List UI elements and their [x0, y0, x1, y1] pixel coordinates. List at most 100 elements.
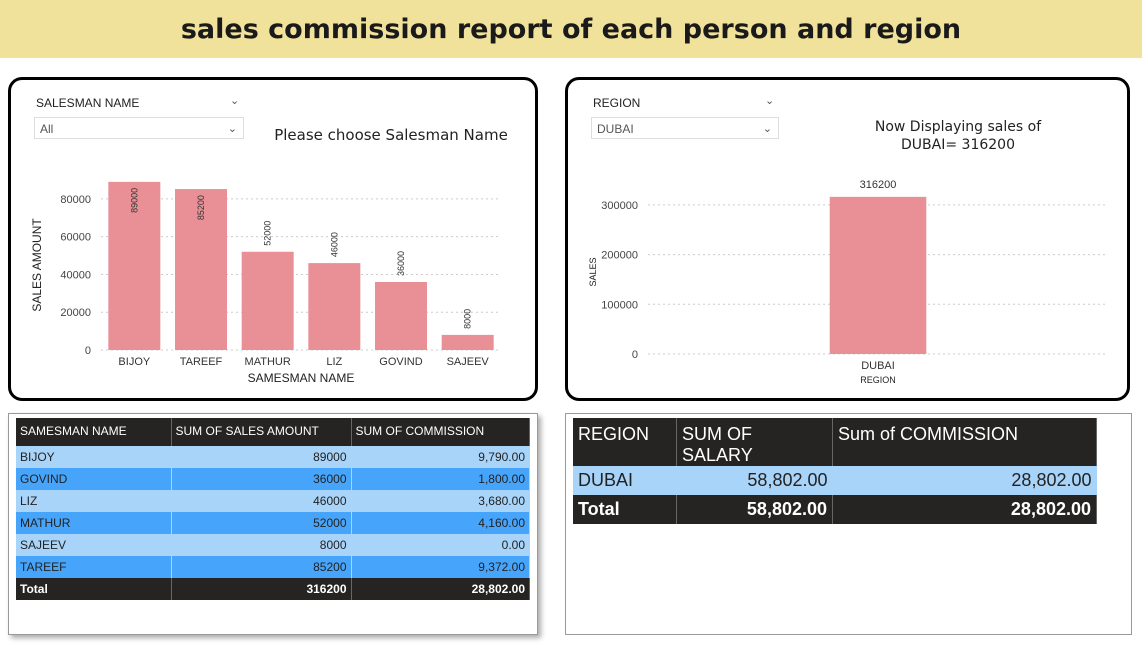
report-header: sales commission report of each person a…	[0, 0, 1142, 58]
table-row[interactable]: LIZ 46000 3,680.00	[16, 490, 530, 512]
y-axis-title: SALES AMOUNT	[30, 218, 44, 312]
salesman-bar-chart: 0 20000 40000 60000 80000 BIJOY 89000 TAREEF 852…	[30, 181, 501, 385]
table-cell: 36000	[171, 468, 352, 490]
table-cell: BIJOY	[16, 446, 172, 468]
table-cell: 9,372.00	[351, 556, 530, 578]
table-cell: Total	[573, 495, 677, 524]
table-row[interactable]: BIJOY 89000 9,790.00	[16, 446, 530, 468]
table-cell: TAREEF	[16, 556, 172, 578]
column-header[interactable]: Sum of COMMISSION	[832, 418, 1097, 466]
table-cell: 46000	[171, 490, 352, 512]
table-cell: 316200	[171, 578, 352, 600]
data-label: 316200	[860, 179, 897, 191]
region-table-card: REGION SUM OF SALARY Sum of COMMISSION D…	[565, 413, 1132, 635]
table-cell: 89000	[171, 446, 352, 468]
table-cell: DUBAI	[573, 466, 677, 495]
data-label: 46000	[329, 232, 339, 257]
y-tick-label: 60000	[60, 232, 91, 244]
y-tick-label: 0	[85, 345, 91, 357]
table-cell: LIZ	[16, 490, 172, 512]
bar	[441, 334, 494, 350]
region-slicer-dropdown[interactable]: DUBAI ⌄	[591, 117, 779, 139]
data-label: 85200	[196, 195, 206, 220]
table-row[interactable]: DUBAI 58,802.00 28,802.00	[573, 466, 1097, 495]
data-label: 36000	[396, 251, 406, 276]
table-row[interactable]: TAREEF 85200 9,372.00	[16, 556, 530, 578]
table-cell: 28,802.00	[832, 495, 1097, 524]
table-cell: MATHUR	[16, 512, 172, 534]
table-cell: 4,160.00	[351, 512, 530, 534]
table-cell: 28,802.00	[832, 466, 1097, 495]
bar	[375, 282, 427, 350]
chevron-down-icon[interactable]: ⌄	[230, 94, 239, 107]
chevron-down-icon: ⌄	[762, 123, 772, 135]
chevron-down-icon: ⌄	[227, 123, 237, 135]
salesman-table-card: SAMESMAN NAME SUM OF SALES AMOUNT SUM OF…	[8, 413, 538, 635]
region-message-line1: Now Displaying sales of	[874, 119, 1042, 135]
table-cell: 8000	[171, 534, 352, 556]
x-tick-label: TAREEF	[180, 356, 223, 368]
chevron-down-icon[interactable]: ⌄	[765, 94, 774, 107]
region-message-line2: DUBAI= 316200	[901, 137, 1015, 153]
table-cell: GOVIND	[16, 468, 172, 490]
table-cell: Total	[16, 578, 172, 600]
region-slicer-value: DUBAI	[597, 122, 634, 136]
x-tick-label: SAJEEV	[447, 356, 490, 368]
table-cell: 85200	[171, 556, 352, 578]
table-cell: 58,802.00	[676, 466, 833, 495]
table-header-row: REGION SUM OF SALARY Sum of COMMISSION	[573, 418, 1097, 466]
column-header[interactable]: REGION	[573, 418, 677, 466]
region-bar-chart: 0 100000 200000 300000 DUBAI 316200 REGION SALE…	[588, 179, 1108, 385]
salesman-slicer-value: All	[40, 122, 54, 136]
table-header-row: SAMESMAN NAME SUM OF SALES AMOUNT SUM OF…	[16, 418, 530, 446]
region-chart-card: REGION ⌄ DUBAI ⌄ Now Displaying sales of…	[565, 77, 1130, 401]
x-tick-label: MATHUR	[245, 356, 291, 368]
y-tick-label: 40000	[60, 269, 91, 281]
x-tick-label: DUBAI	[861, 360, 895, 372]
table-cell: 0.00	[351, 534, 530, 556]
y-tick-label: 0	[632, 349, 638, 361]
y-tick-label: 20000	[60, 307, 91, 319]
table-cell: 9,790.00	[351, 446, 530, 468]
column-header[interactable]: SUM OF COMMISSION	[351, 418, 530, 446]
bar	[241, 251, 294, 350]
table-total-row: Total 58,802.00 28,802.00	[573, 495, 1097, 524]
column-header[interactable]: SUM OF SALARY	[676, 418, 833, 466]
data-label: 52000	[263, 221, 273, 246]
region-salary-table: REGION SUM OF SALARY Sum of COMMISSION D…	[573, 418, 1097, 524]
table-total-row: Total 316200 28,802.00	[16, 578, 530, 600]
data-label: 8000	[463, 309, 473, 329]
x-tick-label: LIZ	[326, 356, 342, 368]
column-header[interactable]: SAMESMAN NAME	[16, 418, 172, 446]
x-tick-label: BIJOY	[118, 356, 150, 368]
bar	[308, 263, 361, 350]
salesman-slicer-dropdown[interactable]: All ⌄	[34, 117, 244, 139]
table-cell: 1,800.00	[351, 468, 530, 490]
bar	[829, 196, 927, 354]
table-cell: SAJEEV	[16, 534, 172, 556]
salesman-commission-table: SAMESMAN NAME SUM OF SALES AMOUNT SUM OF…	[16, 418, 530, 600]
y-tick-label: 200000	[601, 250, 638, 262]
salesman-slicer-title: SALESMAN NAME	[36, 96, 140, 110]
data-label: 89000	[129, 188, 139, 213]
table-row[interactable]: MATHUR 52000 4,160.00	[16, 512, 530, 534]
y-axis-title: SALES	[588, 257, 598, 286]
table-cell: 52000	[171, 512, 352, 534]
table-row[interactable]: GOVIND 36000 1,800.00	[16, 468, 530, 490]
report-title: sales commission report of each person a…	[180, 13, 962, 45]
table-cell: 28,802.00	[351, 578, 530, 600]
table-cell: 58,802.00	[676, 495, 833, 524]
y-tick-label: 100000	[601, 299, 638, 311]
y-tick-label: 300000	[601, 200, 638, 212]
salesman-chart-card: SALESMAN NAME ⌄ All ⌄ Please choose Sale…	[8, 77, 538, 401]
table-row[interactable]: SAJEEV 8000 0.00	[16, 534, 530, 556]
region-display-message: Now Displaying sales of DUBAI= 316200	[838, 118, 1078, 154]
x-axis-title: SAMESMAN NAME	[248, 371, 355, 385]
column-header[interactable]: SUM OF SALES AMOUNT	[171, 418, 352, 446]
x-axis-title: REGION	[860, 375, 896, 385]
table-cell: 3,680.00	[351, 490, 530, 512]
region-slicer-title: REGION	[593, 96, 641, 110]
x-tick-label: GOVIND	[379, 356, 422, 368]
salesman-prompt-message: Please choose Salesman Name	[274, 126, 508, 144]
y-tick-label: 80000	[60, 194, 91, 206]
